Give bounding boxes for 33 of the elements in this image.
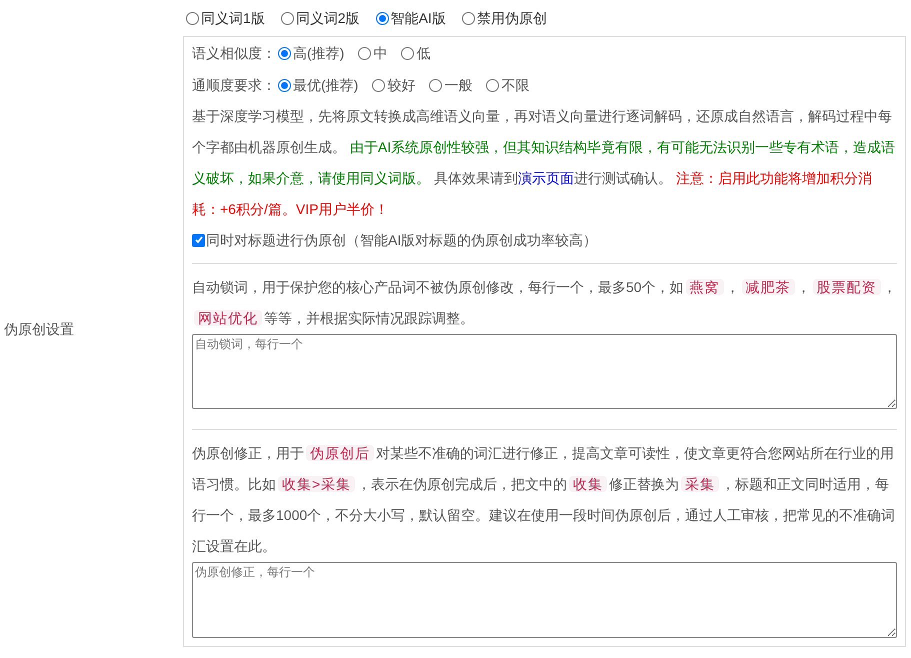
radio-button[interactable] <box>462 12 475 24</box>
radio-label[interactable]: 智能AI版 <box>390 8 446 28</box>
ai-description: 基于深度学习模型，先将原文转换成高维语义向量，再对语义向量进行逐词解码，还原成自然语言，解码过程中每个字都由机器原创生成。 由于AI系统原创性较强，但其知识结构毕竟有限，有可能无法识别一些专有术语，造成语义破坏，如果介意，请使用同义词版。 具体效果请到演示页面进行测试确认。 注意：启用此功能将增加积分消耗：+6积分/篇。VIP用户半价！ <box>192 107 896 219</box>
radio-button[interactable] <box>376 12 389 24</box>
radio-button[interactable] <box>372 78 386 92</box>
corrections-field[interactable]: 伪原创修正，每行一个 <box>192 562 897 638</box>
checkbox-label[interactable]: 同时对标题进行伪原创（智能AI版对标题的伪原创成功率较高） <box>206 230 598 250</box>
radio-label[interactable]: 高(推荐) <box>293 42 344 64</box>
radio-button[interactable] <box>486 78 500 92</box>
checkbox[interactable] <box>192 234 205 246</box>
radio-label[interactable]: 同义词1版 <box>201 8 265 28</box>
section-label: 伪原创设置 <box>4 320 74 338</box>
lock-words-field[interactable]: 自动锁词，每行一个 <box>192 334 897 409</box>
radio-label[interactable]: 较好 <box>387 74 416 96</box>
radio-label[interactable]: 中 <box>373 42 388 64</box>
option-label: 语义相似度： <box>192 44 276 62</box>
radio-label[interactable]: 最优(推荐) <box>293 74 358 96</box>
demo-page-link[interactable]: 演示页面 <box>518 170 574 186</box>
lock-words-description: 自动锁词，用于保护您的核心产品词不被伪原创修改，每行一个，最多50个，如 燕窝 ， 减肥茶 ， 股票配资 ， 网站优化 等等，并根据实际情况跟踪调整。 <box>192 278 897 328</box>
radio-label[interactable]: 一般 <box>444 74 472 96</box>
radio-button[interactable] <box>280 12 294 24</box>
radio-label[interactable]: 同义词2版 <box>296 8 360 28</box>
radio-label[interactable]: 不限 <box>501 74 530 96</box>
radio-button[interactable] <box>429 78 442 92</box>
radio-button[interactable] <box>278 78 291 92</box>
radio-button[interactable] <box>186 12 199 24</box>
corrections-description: 伪原创修正，用于 伪原创后 对某些不准确的词汇进行修正，提高文章可读性，使文章更符合您网站所在行业的用语习惯。比如 收集>采集 ，表示在伪原创完成后，把文中的 收集 修正替换为 采集 ，标题和正文同时适用，每行一个，最多1000个，不分大小写，默认留空。建议在使用一段时间伪原创后，通过人工审核，把常见的不准确词汇设置在此。 <box>192 444 896 556</box>
radio-button[interactable] <box>401 46 414 60</box>
radio-button[interactable] <box>358 46 372 60</box>
radio-label[interactable]: 禁用伪原创 <box>476 8 547 28</box>
radio-button[interactable] <box>278 46 291 60</box>
radio-label[interactable]: 低 <box>416 42 430 64</box>
option-label: 通顺度要求： <box>192 76 276 94</box>
